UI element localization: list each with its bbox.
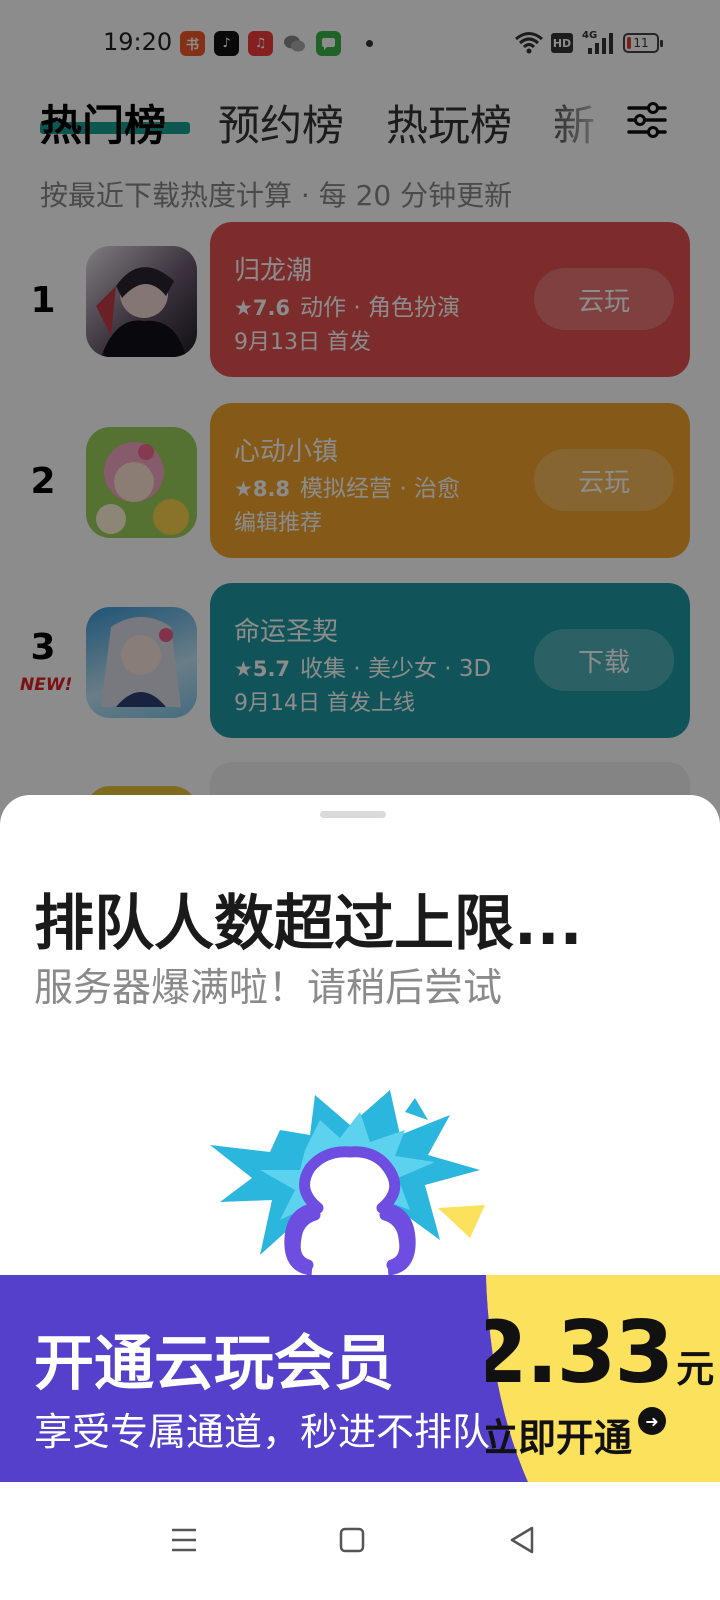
crowded-users-icon (210, 1090, 485, 1276)
promo-price-panel[interactable]: 2.33 元 立即开通 ➜ (486, 1275, 720, 1482)
price-value: 2.33 (486, 1303, 674, 1403)
open-membership-button[interactable]: 立即开通 (486, 1407, 632, 1462)
arrow-right-icon[interactable]: ➜ (638, 1407, 666, 1435)
sheet-title: 排队人数超过上限... (34, 889, 583, 959)
price-unit: 元 (676, 1347, 715, 1391)
back-icon[interactable] (492, 1510, 552, 1570)
sheet-handle[interactable] (320, 811, 386, 818)
promo-subtitle: 享受专属通道，秒进不排队 (34, 1410, 491, 1454)
promo-title: 开通云玩会员 (34, 1329, 394, 1399)
vip-promo-banner[interactable]: 开通云玩会员 享受专属通道，秒进不排队 2.33 元 立即开通 ➜ (0, 1275, 720, 1482)
queue-full-sheet: 排队人数超过上限... 服务器爆满啦！请稍后尝试 开通云玩会员 享受专属通道，秒… (0, 795, 720, 1600)
menu-icon[interactable] (154, 1510, 214, 1570)
home-icon[interactable] (322, 1510, 382, 1570)
promo-price: 2.33 元 (486, 1303, 715, 1403)
sheet-subtitle: 服务器爆满啦！请稍后尝试 (34, 966, 503, 1011)
system-nav-bar (0, 1482, 720, 1600)
